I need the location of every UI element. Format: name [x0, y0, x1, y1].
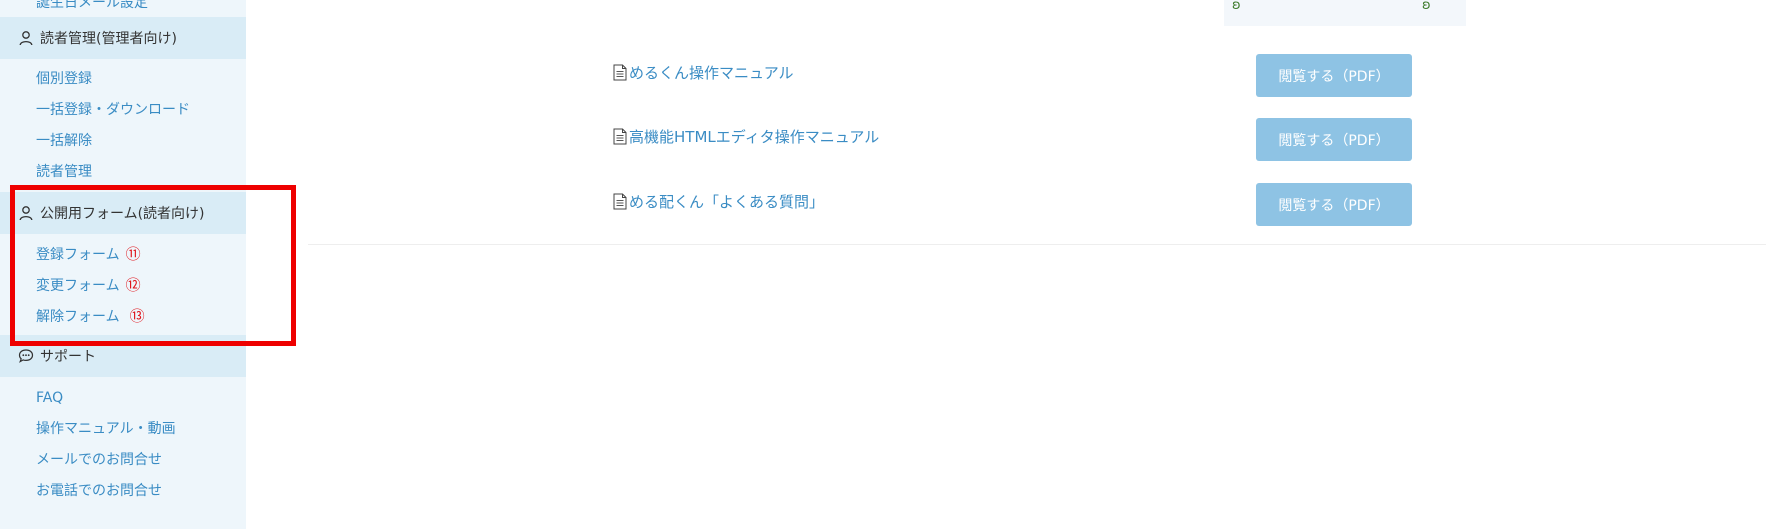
thumbnail-image: ʚ̈⁀ ʚ̈⁀: [1224, 0, 1466, 26]
decorative-icon: ʚ̈⁀: [1422, 0, 1442, 13]
sidebar-item-manual-video[interactable]: 操作マニュアル・動画: [36, 420, 176, 438]
document-icon: [613, 64, 627, 81]
doc-title: めるくん操作マニュアル: [629, 64, 794, 82]
divider: [308, 244, 1766, 245]
section-title: サポート: [40, 349, 96, 365]
section-reader-admin: 読者管理(管理者向け): [0, 17, 246, 59]
nav-label: 解除フォーム: [36, 309, 120, 325]
decorative-icon: ʚ̈⁀: [1232, 0, 1252, 13]
doc-link-faq[interactable]: める配くん「よくある質問」: [613, 191, 824, 212]
sidebar-item-cancel-form[interactable]: 解除フォーム ⑬: [36, 307, 145, 326]
sidebar-item-reader-management[interactable]: 読者管理: [36, 163, 92, 181]
doc-link-manual[interactable]: めるくん操作マニュアル: [613, 62, 794, 83]
sidebar-item-individual-register[interactable]: 個別登録: [36, 70, 92, 88]
sidebar-item-change-form[interactable]: 変更フォーム ⑫: [36, 276, 141, 295]
view-pdf-button[interactable]: 閲覧する（PDF）: [1256, 118, 1412, 161]
sidebar-item-birthday-mail[interactable]: 誕生日メール設定: [36, 0, 148, 12]
sidebar: 誕生日メール設定 読者管理(管理者向け) 個別登録 一括登録・ダウンロード 一括…: [0, 0, 246, 529]
sidebar-item-faq[interactable]: FAQ: [36, 389, 63, 407]
sidebar-item-phone-inquiry[interactable]: お電話でのお問合せ: [36, 482, 162, 500]
nav-label: 変更フォーム: [36, 278, 120, 294]
document-icon: [613, 193, 627, 210]
sidebar-item-bulk-cancel[interactable]: 一括解除: [36, 132, 92, 150]
doc-title: 高機能HTMLエディタ操作マニュアル: [629, 128, 880, 146]
section-title: 読者管理(管理者向け): [40, 31, 177, 47]
doc-title: める配くん「よくある質問」: [629, 193, 825, 211]
nav-label: 登録フォーム: [36, 247, 120, 263]
document-icon: [613, 128, 627, 145]
user-icon: [19, 206, 33, 221]
annotation-number: ⑫: [125, 276, 141, 294]
user-icon: [19, 31, 33, 46]
sidebar-item-bulk-register-download[interactable]: 一括登録・ダウンロード: [36, 101, 190, 119]
chat-bubble-icon: [18, 349, 34, 363]
doc-link-html-editor-manual[interactable]: 高機能HTMLエディタ操作マニュアル: [613, 126, 879, 147]
sidebar-item-mail-inquiry[interactable]: メールでのお問合せ: [36, 451, 162, 469]
view-pdf-button[interactable]: 閲覧する（PDF）: [1256, 54, 1412, 97]
section-public-forms: 公開用フォーム(読者向け): [0, 192, 246, 234]
annotation-number: ⑬: [129, 307, 145, 325]
sidebar-item-register-form[interactable]: 登録フォーム ⑪: [36, 245, 141, 264]
annotation-number: ⑪: [125, 245, 141, 263]
section-support: サポート: [0, 335, 246, 377]
section-title: 公開用フォーム(読者向け): [40, 206, 205, 222]
view-pdf-button[interactable]: 閲覧する（PDF）: [1256, 183, 1412, 226]
